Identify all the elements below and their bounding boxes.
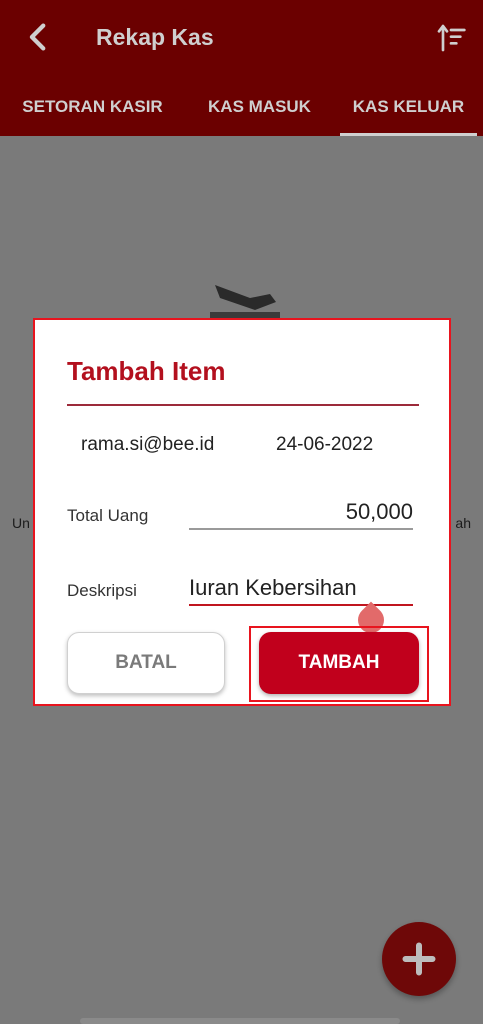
description-input[interactable]	[189, 572, 413, 606]
page-title: Rekap Kas	[96, 24, 214, 50]
dialog-title: Tambah Item	[67, 356, 226, 386]
plus-icon	[402, 942, 436, 976]
tab-setoran-kasir[interactable]: SETORAN KASIR	[0, 78, 185, 136]
description-label: Deskripsi	[67, 581, 137, 600]
add-fab-button[interactable]	[382, 922, 456, 996]
empty-state-text-left: Un	[12, 515, 30, 531]
back-arrow-icon[interactable]	[22, 20, 56, 54]
app-bar: Rekap Kas	[0, 0, 483, 78]
user-email: rama.si@bee.id	[81, 434, 215, 455]
tab-kas-masuk[interactable]: KAS MASUK	[185, 78, 334, 136]
dialog-divider	[67, 404, 419, 406]
add-button[interactable]: TAMBAH	[259, 632, 419, 694]
cancel-button[interactable]: BATAL	[67, 632, 225, 694]
bottom-handle	[80, 1018, 400, 1024]
add-item-dialog: Tambah Item rama.si@bee.id 24-06-2022 To…	[33, 318, 451, 706]
total-label: Total Uang	[67, 506, 149, 525]
sort-icon[interactable]	[435, 22, 467, 54]
empty-state-illustration	[210, 285, 280, 320]
empty-state-text-right: ah	[455, 515, 471, 531]
date-value: 24-06-2022	[276, 434, 374, 455]
tab-kas-keluar[interactable]: KAS KELUAR	[334, 78, 483, 136]
total-input[interactable]	[189, 496, 413, 530]
tab-bar: SETORAN KASIR KAS MASUK KAS KELUAR	[0, 78, 483, 136]
